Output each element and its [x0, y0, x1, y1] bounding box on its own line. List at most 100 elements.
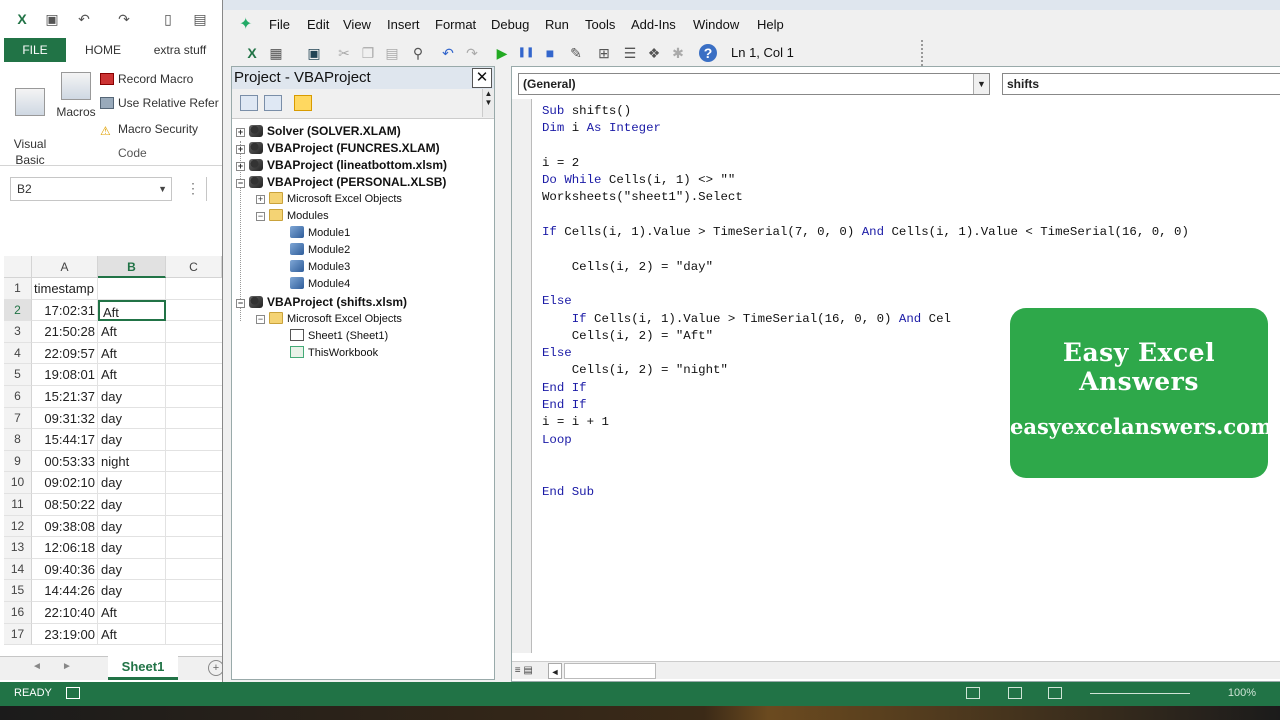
cell[interactable]	[166, 472, 222, 494]
cell[interactable]: night	[98, 450, 166, 473]
row-number[interactable]: 7	[4, 407, 32, 430]
row-number[interactable]: 6	[4, 386, 32, 408]
chevron-down-icon[interactable]: ▼	[158, 178, 167, 200]
expand-icon[interactable]: +	[236, 162, 245, 171]
sheet-tab-sheet1[interactable]: Sheet1	[108, 656, 178, 680]
expand-icon[interactable]: +	[256, 195, 265, 204]
cell[interactable]	[166, 364, 222, 386]
menu-debug[interactable]: Debug	[491, 17, 529, 32]
cell[interactable]: day	[98, 407, 166, 430]
insert-module-icon[interactable]: ▦	[267, 44, 285, 62]
tree-item-module3[interactable]: Module3	[290, 259, 350, 276]
menu-help[interactable]: Help	[757, 17, 784, 32]
cell[interactable]: timestamp	[32, 278, 98, 300]
cell[interactable]: 19:08:01	[32, 364, 98, 386]
scroll-thumb[interactable]	[564, 663, 656, 679]
cell[interactable]	[166, 386, 222, 408]
cell[interactable]: 12:06:18	[32, 537, 98, 559]
redo-icon[interactable]: ↷	[463, 44, 481, 62]
cell[interactable]: day	[98, 429, 166, 451]
cell[interactable]: 09:40:36	[32, 558, 98, 581]
menu-insert[interactable]: Insert	[387, 17, 420, 32]
cell[interactable]	[166, 624, 222, 646]
zoom-level[interactable]: 100%	[1228, 687, 1256, 699]
row-number[interactable]: 12	[4, 515, 32, 538]
visual-basic-button[interactable]: Visual Basic	[10, 72, 50, 168]
chevron-down-icon[interactable]: ▼	[973, 74, 989, 94]
normal-view-icon[interactable]	[966, 687, 980, 699]
cell[interactable]: 22:10:40	[32, 602, 98, 624]
collapse-icon[interactable]: −	[236, 179, 245, 188]
cell[interactable]	[98, 278, 166, 300]
tree-item-module2[interactable]: Module2	[290, 242, 350, 259]
cell[interactable]: 23:19:00	[32, 623, 98, 646]
cell[interactable]	[166, 408, 222, 430]
cell[interactable]	[166, 580, 222, 602]
redo-icon[interactable]: ↷	[116, 11, 132, 27]
cell[interactable]	[166, 451, 222, 473]
cell[interactable]: 09:31:32	[32, 407, 98, 430]
macros-button[interactable]: Macros	[54, 72, 98, 120]
cell[interactable]	[166, 300, 222, 322]
tree-item-lineatbottom[interactable]: + VBAProject (lineatbottom.xlsm)	[236, 157, 447, 174]
find-icon[interactable]: ⚲	[409, 44, 427, 62]
row-number[interactable]: 5	[4, 364, 32, 386]
menu-edit[interactable]: Edit	[307, 17, 329, 32]
cell[interactable]	[166, 602, 222, 624]
tree-item-module4[interactable]: Module4	[290, 276, 350, 293]
cell[interactable]: Aft	[98, 321, 166, 343]
view-object-icon[interactable]	[264, 95, 282, 111]
tree-item-module1[interactable]: Module1	[290, 225, 350, 242]
cell[interactable]	[166, 559, 222, 581]
cell[interactable]: Aft	[98, 342, 166, 365]
help-icon[interactable]: ?	[699, 44, 717, 62]
cell[interactable]	[166, 516, 222, 538]
scroll-left-icon[interactable]: ◄	[548, 663, 562, 679]
expand-icon[interactable]: +	[236, 128, 245, 137]
zoom-slider[interactable]	[1090, 693, 1190, 694]
margin-indicator-bar[interactable]	[512, 99, 532, 653]
record-macro-button[interactable]: Record Macro	[100, 69, 193, 89]
row-number[interactable]: 15	[4, 580, 32, 602]
tree-item-shifts[interactable]: − VBAProject (shifts.xlsm)	[236, 294, 407, 311]
formula-bar[interactable]	[206, 177, 222, 201]
row-number[interactable]: 2	[4, 299, 32, 322]
collapse-icon[interactable]: −	[256, 212, 265, 221]
add-sheet-icon[interactable]: +	[208, 660, 222, 676]
tab-extra-stuff[interactable]: extra stuff	[144, 38, 216, 62]
row-number[interactable]: 1	[4, 278, 32, 300]
tree-item-funcres[interactable]: + VBAProject (FUNCRES.XLAM)	[236, 140, 440, 157]
macro-record-icon[interactable]	[66, 687, 80, 699]
cell[interactable]: day	[98, 537, 166, 559]
row-number[interactable]: 3	[4, 321, 32, 343]
cell[interactable]: Aft	[98, 623, 166, 646]
new-file-icon[interactable]: ▯	[160, 11, 176, 27]
cut-icon[interactable]: ✂	[335, 44, 353, 62]
break-icon[interactable]: ❚❚	[517, 44, 535, 62]
menu-run[interactable]: Run	[545, 17, 569, 32]
procedure-dropdown[interactable]: shifts	[1002, 73, 1280, 95]
collapse-icon[interactable]: −	[256, 315, 265, 324]
row-number[interactable]: 17	[4, 623, 32, 646]
cell[interactable]	[166, 429, 222, 451]
spreadsheet-grid[interactable]: A B C 1 timestamp 2 17:02:31 Aft 3 21:50:28 A…	[4, 256, 222, 656]
select-all-corner[interactable]	[4, 256, 32, 278]
menu-format[interactable]: Format	[435, 17, 476, 32]
horizontal-scrollbar[interactable]: ≡ ▤ ◄	[512, 661, 1280, 679]
column-header-b[interactable]: B	[98, 256, 166, 278]
menu-window[interactable]: Window	[693, 17, 739, 32]
expand-icon[interactable]: +	[236, 145, 245, 154]
project-explorer-icon[interactable]: ⊞	[595, 44, 613, 62]
cell[interactable]	[166, 537, 222, 559]
run-icon[interactable]: ▶	[493, 44, 511, 62]
row-number[interactable]: 10	[4, 472, 32, 494]
properties-icon[interactable]: ☰	[621, 44, 639, 62]
undo-icon[interactable]: ↶	[439, 44, 457, 62]
cell[interactable]: Aft	[98, 602, 166, 624]
toolbox-icon[interactable]: ✱	[669, 44, 687, 62]
form-icon[interactable]: ▤	[192, 11, 208, 27]
active-cell[interactable]: Aft	[98, 299, 166, 322]
view-excel-icon[interactable]: X	[243, 44, 261, 62]
toggle-folders-icon[interactable]	[294, 95, 312, 111]
undo-icon[interactable]: ↶	[76, 11, 92, 27]
